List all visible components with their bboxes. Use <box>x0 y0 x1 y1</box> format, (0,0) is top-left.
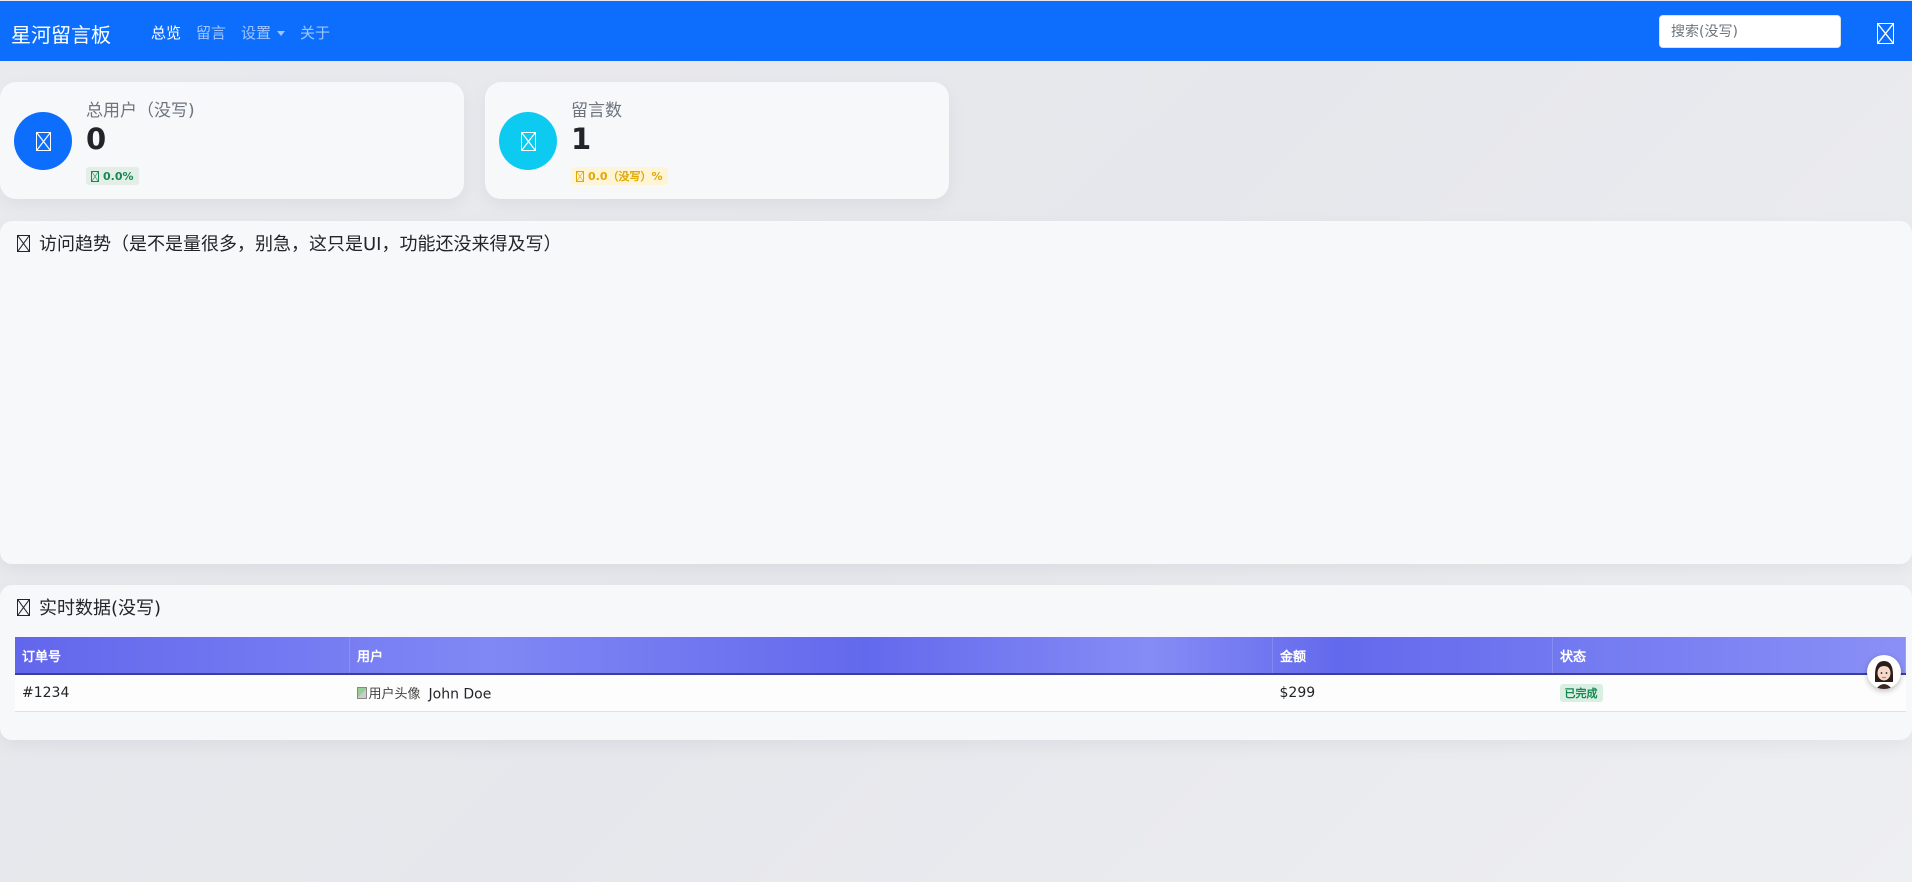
table-icon <box>17 598 30 616</box>
user-avatar-alt: 用户头像 <box>368 687 421 703</box>
stat-change-badge: 0.0（没写）% <box>571 167 668 185</box>
stat-change-text: 0.0% <box>103 169 134 183</box>
column-header-order[interactable]: 订单号 <box>15 637 350 675</box>
messages-icon <box>520 131 536 151</box>
realtime-data-title-text: 实时数据(没写) <box>39 598 162 619</box>
chevron-down-icon <box>277 31 286 36</box>
stat-value: 0 <box>86 122 107 156</box>
user-name: John Doe <box>428 686 492 703</box>
amount-cell: $299 <box>1272 674 1553 712</box>
nav-item-about[interactable]: 关于 <box>300 22 330 43</box>
stat-change-text: 0.0（没写）% <box>588 170 663 183</box>
table-row[interactable]: #1234 用户头像 John Doe $299 已完成 <box>15 674 1906 712</box>
broken-image-icon <box>356 686 367 699</box>
nav-item-settings-label: 设置 <box>241 24 272 42</box>
nav-item-settings[interactable]: 设置 <box>241 22 286 43</box>
app-brand[interactable]: 星河留言板 <box>11 19 111 48</box>
stat-value: 1 <box>571 122 592 156</box>
navbar: 星河留言板 总览 留言 设置 关于 <box>0 1 1912 61</box>
nav-menu: 总览 留言 设置 关于 <box>151 22 345 43</box>
stat-label: 总用户（没写) <box>86 101 195 121</box>
visit-trend-chart-area <box>15 266 1895 551</box>
trend-icon <box>576 170 584 182</box>
chart-line-icon <box>17 234 30 252</box>
status-badge: 已完成 <box>1559 684 1603 702</box>
trend-up-icon <box>91 170 99 182</box>
column-header-amount[interactable]: 金额 <box>1272 637 1553 675</box>
visit-trend-card: 访问趋势（是不是量很多，别急，这只是UI，功能还没来得及写） <box>0 221 1912 564</box>
stat-label: 留言数 <box>571 101 622 121</box>
assistant-face-icon <box>1868 656 1900 689</box>
visit-trend-title-text: 访问趋势（是不是量很多，别急，这只是UI，功能还没来得及写） <box>39 234 562 255</box>
realtime-data-card: 实时数据(没写) 订单号 用户 金额 状态 #1234 用户头像 John Doe… <box>0 585 1912 740</box>
column-header-user[interactable]: 用户 <box>349 637 1273 675</box>
stat-icon-circle <box>14 112 72 170</box>
search-input[interactable] <box>1659 15 1841 48</box>
floating-assistant-avatar[interactable] <box>1867 655 1901 689</box>
stat-card-messages: 留言数 1 0.0（没写）% <box>485 82 949 199</box>
stat-icon-circle <box>499 112 557 170</box>
status-cell: 已完成 <box>1552 674 1906 712</box>
broken-image-icon[interactable] <box>1877 23 1894 44</box>
nav-item-overview[interactable]: 总览 <box>151 22 181 43</box>
visit-trend-title: 访问趋势（是不是量很多，别急，这只是UI，功能还没来得及写） <box>17 230 561 256</box>
user-cell: 用户头像 John Doe <box>349 674 1273 712</box>
nav-item-messages[interactable]: 留言 <box>196 22 226 43</box>
user-avatar: 用户头像 <box>356 683 421 703</box>
stat-change-badge: 0.0% <box>86 167 139 185</box>
table-header-row: 订单号 用户 金额 状态 <box>15 637 1906 675</box>
realtime-data-table: 订单号 用户 金额 状态 #1234 用户头像 John Doe $299 已完成 <box>15 637 1906 712</box>
column-header-status[interactable]: 状态 <box>1552 637 1906 675</box>
realtime-data-title: 实时数据(没写) <box>17 594 161 620</box>
stat-card-users: 总用户（没写) 0 0.0% <box>0 82 464 199</box>
users-icon <box>35 131 51 151</box>
order-id-cell: #1234 <box>15 674 350 712</box>
